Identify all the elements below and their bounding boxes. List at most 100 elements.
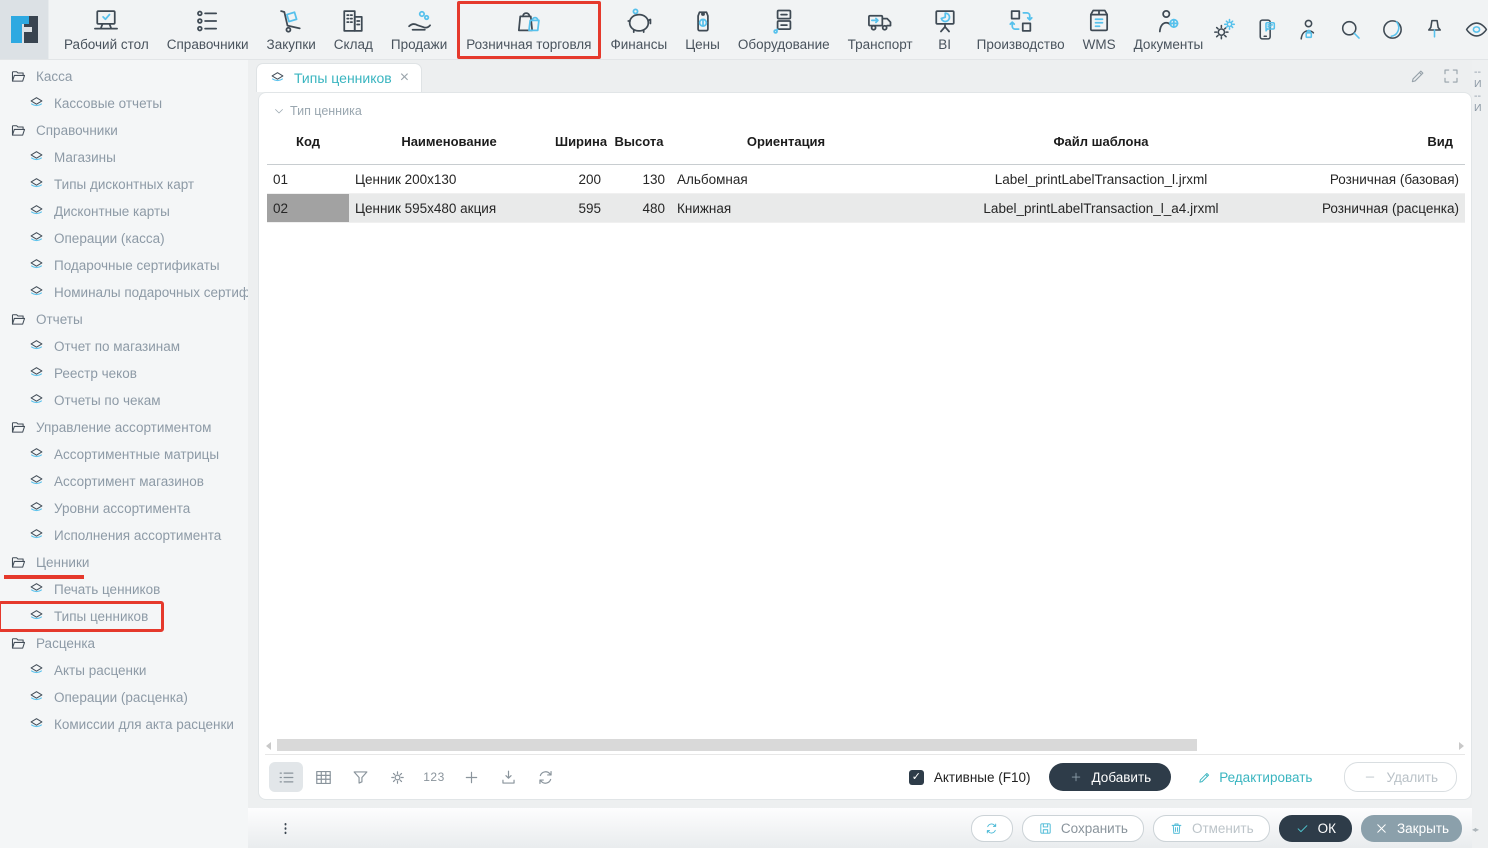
nav-item[interactable]: Цены — [676, 3, 729, 57]
sidebar-item[interactable]: Исполнения ассортимента — [0, 522, 221, 549]
cell-template-file[interactable]: Label_printLabelTransaction_l_a4.jrxml — [901, 194, 1301, 223]
settings-gears-icon[interactable] — [1212, 17, 1237, 42]
sidebar-item[interactable]: Отчеты — [0, 306, 83, 333]
sidebar-item[interactable]: Уровни ассортимента — [0, 495, 190, 522]
nav-item[interactable]: Производство — [968, 3, 1074, 57]
column-header-code[interactable]: Код — [267, 118, 349, 165]
column-header-template-file[interactable]: Файл шаблона — [901, 118, 1301, 165]
cell-code[interactable]: 02 — [267, 194, 349, 223]
sidebar-item[interactable]: Магазины — [0, 144, 116, 171]
sidebar-item[interactable]: Операции (касса) — [0, 225, 165, 252]
desktop-icon — [92, 7, 120, 35]
grid-row[interactable]: 02 Ценник 595x480 акция 595 480 Книжная … — [267, 194, 1465, 223]
user-profile-icon[interactable] — [1296, 17, 1321, 42]
ok-button[interactable]: ОК — [1279, 815, 1352, 842]
cell-kind[interactable]: Розничная (базовая) — [1301, 165, 1465, 194]
edit-button[interactable]: Редактировать — [1197, 770, 1312, 785]
grid-toolbar-button[interactable] — [343, 762, 377, 792]
phone-feedback-icon[interactable] — [1254, 17, 1279, 42]
column-header-name[interactable]: Наименование — [349, 118, 549, 165]
grid-toolbar-button[interactable] — [491, 762, 525, 792]
active-filter-checkbox[interactable]: ✓ — [909, 770, 924, 785]
cell-width[interactable]: 595 — [549, 194, 607, 223]
sidebar-item[interactable]: Подарочные сертификаты — [0, 252, 220, 279]
search-icon[interactable] — [1338, 17, 1363, 42]
scroll-right-arrow[interactable] — [1459, 742, 1464, 750]
cell-name[interactable]: Ценник 200x130 — [349, 165, 549, 194]
save-button[interactable]: Сохранить — [1022, 815, 1144, 842]
cell-name[interactable]: Ценник 595x480 акция — [349, 194, 549, 223]
add-button[interactable]: Добавить — [1049, 763, 1172, 791]
grid-toolbar-button[interactable] — [269, 762, 303, 792]
eye-icon[interactable] — [1464, 17, 1488, 42]
nav-item[interactable]: Документы — [1125, 3, 1213, 57]
refresh-button[interactable] — [971, 815, 1013, 842]
sidebar-item[interactable]: Справочники — [0, 117, 118, 144]
cell-orientation[interactable]: Альбомная — [671, 165, 901, 194]
grid-row[interactable]: 01 Ценник 200x130 200 130 Альбомная Labe… — [267, 165, 1465, 194]
cell-height[interactable]: 130 — [607, 165, 671, 194]
tab-close-icon[interactable]: × — [400, 70, 409, 86]
cell-code[interactable]: 01 — [267, 165, 349, 194]
dots-vertical-icon[interactable] — [278, 821, 293, 836]
sidebar-item[interactable]: Комиссии для акта расценки — [0, 711, 234, 738]
sidebar-item[interactable]: Номиналы подарочных сертификатов — [0, 279, 248, 306]
cancel-button[interactable]: Отменить — [1153, 815, 1270, 842]
sidebar-item[interactable]: Ассортиментные матрицы — [0, 441, 219, 468]
sidebar-item[interactable]: Печать ценников — [0, 576, 160, 603]
scrollbar-thumb[interactable] — [277, 739, 1197, 751]
nav-item[interactable]: Оборудование — [729, 3, 839, 57]
grid-toolbar-button[interactable] — [380, 762, 414, 792]
tab-price-tag-types[interactable]: Типы ценников × — [256, 63, 422, 92]
nav-item[interactable]: WMS — [1074, 3, 1125, 57]
nav-item[interactable]: Продажи — [382, 3, 456, 57]
nav-item[interactable]: Финансы — [602, 3, 677, 57]
grid-toolbar-button[interactable]: 123 — [417, 762, 451, 792]
resize-arrows[interactable]: ◂▸ — [1472, 825, 1478, 834]
sidebar-item[interactable]: Реестр чеков — [0, 360, 137, 387]
nav-item[interactable]: Закупки — [258, 3, 325, 57]
sidebar-item[interactable]: Отчеты по чекам — [0, 387, 161, 414]
clock-icon[interactable] — [1380, 17, 1405, 42]
nav-item[interactable]: Транспорт — [839, 3, 922, 57]
app-logo[interactable] — [0, 0, 49, 59]
nav-item[interactable]: Рабочий стол — [55, 3, 158, 57]
sidebar-item[interactable]: Отчет по магазинам — [0, 333, 180, 360]
nav-item[interactable]: Склад — [325, 3, 382, 57]
cell-orientation[interactable]: Книжная — [671, 194, 901, 223]
delete-button[interactable]: Удалить — [1344, 762, 1457, 792]
grid-toolbar-button[interactable] — [306, 762, 340, 792]
sidebar-item[interactable]: Типы дисконтных карт — [0, 171, 194, 198]
active-filter-label[interactable]: Активные (F10) — [934, 770, 1031, 785]
pin-icon[interactable] — [1422, 17, 1447, 42]
sidebar-item[interactable]: Типы ценников — [0, 603, 162, 630]
cell-width[interactable]: 200 — [549, 165, 607, 194]
sidebar-item[interactable]: Ассортимент магазинов — [0, 468, 204, 495]
sidebar-item[interactable]: Управление ассортиментом — [0, 414, 211, 441]
sidebar-item[interactable]: Акты расценки — [0, 657, 146, 684]
column-header-orientation[interactable]: Ориентация — [671, 118, 901, 165]
sidebar-item[interactable]: Дисконтные карты — [0, 198, 170, 225]
nav-item[interactable]: Розничная торговля — [457, 1, 600, 59]
group-collapse-header[interactable]: Тип ценника — [259, 93, 1471, 118]
cell-kind[interactable]: Розничная (расценка) — [1301, 194, 1465, 223]
close-button[interactable]: Закрыть — [1361, 815, 1462, 842]
column-header-kind[interactable]: Вид — [1301, 118, 1465, 165]
horizontal-scrollbar[interactable] — [265, 739, 1465, 755]
sidebar-item[interactable]: Операции (расценка) — [0, 684, 188, 711]
pencil-icon[interactable] — [1409, 67, 1427, 85]
nav-item[interactable]: BI — [922, 3, 968, 57]
scroll-left-arrow[interactable] — [266, 742, 271, 750]
sidebar-item[interactable]: Кассовые отчеты — [0, 90, 162, 117]
cell-height[interactable]: 480 — [607, 194, 671, 223]
grid-toolbar-button[interactable] — [454, 762, 488, 792]
sidebar-item[interactable]: Касса — [0, 63, 72, 90]
expand-icon[interactable] — [1442, 67, 1460, 85]
nav-item[interactable]: Справочники — [158, 3, 258, 57]
column-header-width[interactable]: Ширина — [549, 118, 607, 165]
column-header-height[interactable]: Высота — [607, 118, 671, 165]
sidebar-item[interactable]: Расценка — [0, 630, 95, 657]
grid-toolbar-button[interactable] — [528, 762, 562, 792]
cell-template-file[interactable]: Label_printLabelTransaction_l.jrxml — [901, 165, 1301, 194]
sidebar-item[interactable]: Ценники — [0, 549, 89, 576]
